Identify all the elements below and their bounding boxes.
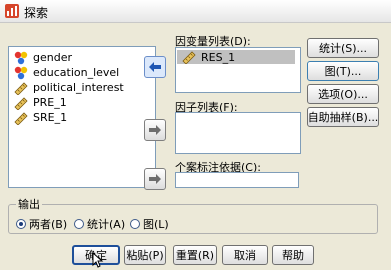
radio-label: 图(L): [143, 218, 169, 231]
variable-name: SRE_1: [33, 111, 68, 124]
display-plots-radio[interactable]: 图(L): [130, 216, 169, 232]
dependent-variable-name: RES_1: [201, 50, 236, 64]
cancel-button[interactable]: 取消: [222, 245, 268, 265]
window-title: 探索: [24, 6, 49, 20]
variable-name: education_level: [33, 66, 120, 79]
nominal-icon: [14, 51, 28, 64]
case-label-field[interactable]: [175, 172, 299, 188]
mouse-pointer-icon: [92, 252, 104, 268]
variable-item-sre-1[interactable]: SRE_1: [9, 110, 155, 125]
move-to-case-label-button[interactable]: [144, 168, 166, 190]
paste-button[interactable]: 粘贴(P): [124, 245, 166, 265]
move-to-factor-button[interactable]: [144, 119, 166, 141]
spss-app-icon: [5, 4, 19, 18]
reset-button[interactable]: 重置(R): [173, 245, 217, 265]
variable-item-pre-1[interactable]: PRE_1: [9, 95, 155, 110]
plots-button[interactable]: 图(T)...: [307, 61, 379, 81]
display-group-title: 输出: [16, 196, 42, 212]
options-button[interactable]: 选项(O)...: [307, 84, 379, 104]
variable-item-education-level[interactable]: education_level: [9, 65, 155, 80]
variable-list[interactable]: gender education_level political_interes…: [8, 46, 156, 188]
dependent-list-item[interactable]: RES_1: [177, 50, 295, 64]
scale-ruler-icon: [14, 96, 28, 110]
help-button[interactable]: 帮助: [272, 245, 314, 265]
variable-item-gender[interactable]: gender: [9, 50, 155, 65]
arrow-right-icon: [149, 125, 161, 135]
display-both-radio[interactable]: 两者(B): [16, 216, 67, 232]
scale-ruler-icon: [14, 111, 28, 125]
arrow-left-icon: [149, 62, 161, 72]
move-to-dependent-button[interactable]: [144, 56, 166, 78]
factor-list[interactable]: [175, 112, 301, 154]
scale-ruler-icon: [182, 51, 196, 64]
radio-selected-icon: [16, 219, 26, 229]
radio-icon: [130, 219, 140, 229]
nominal-icon: [14, 66, 28, 79]
radio-label: 统计(A): [87, 218, 126, 231]
variable-item-political-interest[interactable]: political_interest: [9, 80, 155, 95]
title-bar: 探索: [0, 0, 391, 23]
radio-label: 两者(B): [29, 218, 68, 231]
variable-name: gender: [33, 51, 72, 64]
scale-ruler-icon: [14, 81, 28, 95]
bootstrap-button[interactable]: 自助抽样(B)...: [307, 107, 379, 127]
arrow-right-icon: [149, 174, 161, 184]
display-statistics-radio[interactable]: 统计(A): [74, 216, 125, 232]
radio-icon: [74, 219, 84, 229]
variable-name: political_interest: [33, 81, 124, 94]
variable-name: PRE_1: [33, 96, 67, 109]
statistics-button[interactable]: 统计(S)...: [307, 38, 379, 58]
